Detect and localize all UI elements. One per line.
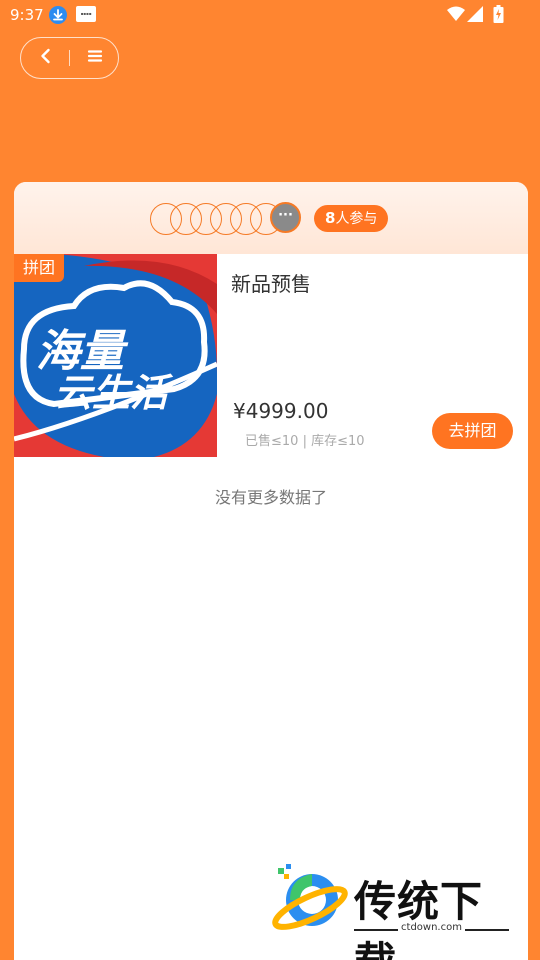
download-icon	[49, 6, 67, 24]
group-buy-card: ··· 8人参与 海量 云生活 拼团 新品预售 ¥4999.00 已售≤10 | …	[14, 182, 528, 960]
participants-count: 8	[325, 209, 336, 227]
product-image-text-line1: 海量	[36, 326, 129, 377]
watermark-url: ctdown.com	[401, 922, 462, 933]
product-title: 新品预售	[231, 272, 311, 296]
participants-suffix: 人参与	[335, 211, 378, 227]
group-buy-tag: 拼团	[14, 254, 64, 282]
product-image: 海量 云生活	[14, 254, 217, 457]
status-bar: 9:37 ▪▪▪▪	[0, 0, 540, 30]
back-button[interactable]	[21, 38, 70, 77]
chevron-left-icon	[39, 48, 53, 68]
product-item[interactable]: 海量 云生活 拼团 新品预售 ¥4999.00 已售≤10 | 库存≤10 去拼团	[14, 254, 528, 457]
sold-stock-info: 已售≤10 | 库存≤10	[245, 434, 365, 449]
product-price: ¥4999.00	[233, 399, 329, 423]
menu-button[interactable]	[71, 38, 118, 77]
no-more-data-text: 没有更多数据了	[214, 488, 327, 507]
battery-charging-icon	[493, 5, 504, 27]
watermark-line-right	[465, 929, 509, 931]
nav-capsule	[20, 37, 119, 79]
hamburger-menu-icon	[87, 48, 103, 67]
participants-header: ··· 8人参与	[14, 182, 528, 254]
participants-badge: 8人参与	[314, 205, 389, 232]
news-app-icon: ▪▪▪▪	[76, 6, 96, 22]
capsule-divider	[69, 50, 70, 66]
join-group-button[interactable]: 去拼团	[432, 413, 513, 449]
signal-icon	[467, 6, 483, 26]
status-time: 9:37	[10, 6, 44, 24]
product-image-text-line2: 云生活	[54, 371, 174, 415]
ctdown-logo-icon	[270, 864, 350, 940]
watermark-logo: 传统下载 ctdown.com	[270, 862, 520, 960]
wifi-icon	[447, 6, 465, 26]
more-avatars-icon: ···	[270, 202, 301, 233]
watermark-title: 传统下载	[354, 877, 484, 960]
